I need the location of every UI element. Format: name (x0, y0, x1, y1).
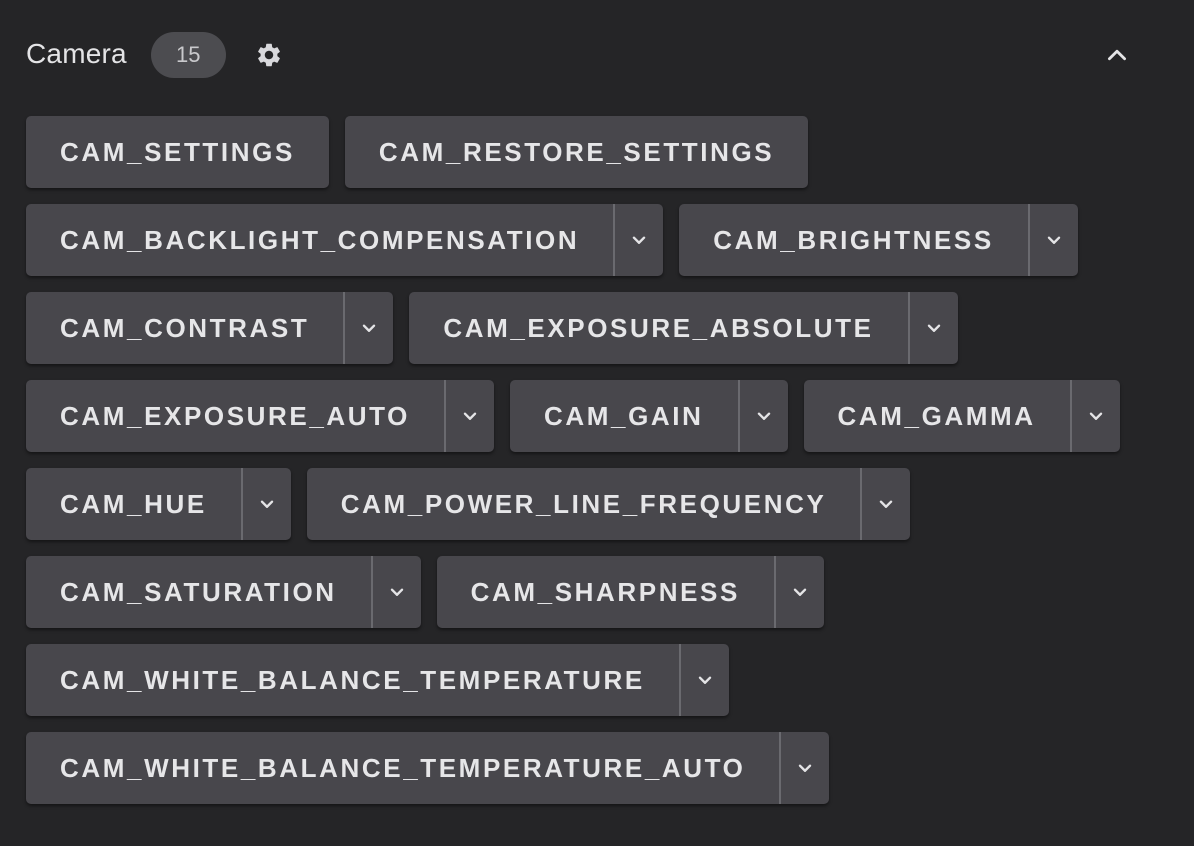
action-button-label[interactable]: CAM_SATURATION (26, 556, 371, 628)
chevron-up-icon[interactable] (1100, 38, 1134, 72)
action-button-label[interactable]: CAM_GAIN (510, 380, 737, 452)
action-button-label[interactable]: CAM_RESTORE_SETTINGS (345, 116, 808, 188)
action-button-label[interactable]: CAM_EXPOSURE_ABSOLUTE (409, 292, 907, 364)
chevron-down-icon[interactable] (1027, 204, 1078, 276)
chevron-down-icon[interactable] (779, 732, 829, 804)
split-button: CAM_SHARPNESS (436, 556, 824, 628)
action-button: CAM_SETTINGS (26, 116, 329, 188)
split-button: CAM_BACKLIGHT_COMPENSATION (26, 204, 664, 276)
panel-title: Camera (26, 38, 127, 69)
chevron-down-icon[interactable] (343, 292, 393, 364)
action-button-label[interactable]: CAM_BRIGHTNESS (679, 204, 1028, 276)
button-row: CAM_WHITE_BALANCE_TEMPERATURE_AUTO (26, 732, 1168, 804)
button-row: CAM_SETTINGS CAM_RESTORE_SETTINGS (26, 116, 1168, 188)
chevron-down-icon[interactable] (370, 556, 421, 628)
chevron-down-icon[interactable] (907, 292, 958, 364)
chevron-down-icon[interactable] (860, 468, 910, 540)
split-button: CAM_EXPOSURE_AUTO (26, 380, 495, 452)
split-button: CAM_POWER_LINE_FREQUENCY (306, 468, 911, 540)
split-button: CAM_SATURATION (26, 556, 421, 628)
camera-panel: Camera 15 CAM_SETTINGS CAM_RESTORE_SETTIN… (0, 0, 1194, 846)
button-row: CAM_WHITE_BALANCE_TEMPERATURE (26, 644, 1168, 716)
gear-icon[interactable] (254, 40, 284, 70)
action-button-label[interactable]: CAM_GAMMA (804, 380, 1070, 452)
action-button-label[interactable]: CAM_EXPOSURE_AUTO (26, 380, 444, 452)
action-button: CAM_RESTORE_SETTINGS (344, 116, 809, 188)
action-button-label[interactable]: CAM_POWER_LINE_FREQUENCY (307, 468, 861, 540)
count-badge: 15 (150, 32, 226, 78)
button-row: CAM_CONTRAST CAM_EXPOSURE_ABSOLUTE (26, 292, 1168, 364)
button-row: CAM_HUE CAM_POWER_LINE_FREQUENCY (26, 468, 1168, 540)
split-button: CAM_GAMMA (803, 380, 1120, 452)
panel-header: Camera 15 (26, 0, 1168, 110)
chevron-down-icon[interactable] (613, 204, 663, 276)
action-button-label[interactable]: CAM_HUE (26, 468, 241, 540)
split-button: CAM_HUE (26, 468, 291, 540)
chevron-down-icon[interactable] (737, 380, 788, 452)
chevron-down-icon[interactable] (773, 556, 824, 628)
action-button-label[interactable]: CAM_WHITE_BALANCE_TEMPERATURE_AUTO (26, 732, 779, 804)
split-button: CAM_GAIN (510, 380, 788, 452)
chevron-down-icon[interactable] (678, 644, 729, 716)
chevron-down-icon[interactable] (444, 380, 494, 452)
split-button: CAM_EXPOSURE_ABSOLUTE (409, 292, 958, 364)
action-button-label[interactable]: CAM_WHITE_BALANCE_TEMPERATURE (26, 644, 679, 716)
split-button: CAM_CONTRAST (26, 292, 394, 364)
chevron-down-icon[interactable] (240, 468, 291, 540)
button-grid: CAM_SETTINGS CAM_RESTORE_SETTINGS CAM_BACK… (26, 116, 1168, 804)
chevron-down-icon[interactable] (1069, 380, 1120, 452)
split-button: CAM_BRIGHTNESS (679, 204, 1078, 276)
button-row: CAM_EXPOSURE_AUTO CAM_GAIN CAM_GAMMA (26, 380, 1168, 452)
button-row: CAM_SATURATION CAM_SHARPNESS (26, 556, 1168, 628)
split-button: CAM_WHITE_BALANCE_TEMPERATURE (26, 644, 729, 716)
action-button-label[interactable]: CAM_CONTRAST (26, 292, 343, 364)
split-button: CAM_WHITE_BALANCE_TEMPERATURE_AUTO (26, 732, 830, 804)
action-button-label[interactable]: CAM_SETTINGS (26, 116, 329, 188)
action-button-label[interactable]: CAM_BACKLIGHT_COMPENSATION (26, 204, 613, 276)
action-button-label[interactable]: CAM_SHARPNESS (437, 556, 774, 628)
button-row: CAM_BACKLIGHT_COMPENSATION CAM_BRIGHTNESS (26, 204, 1168, 276)
